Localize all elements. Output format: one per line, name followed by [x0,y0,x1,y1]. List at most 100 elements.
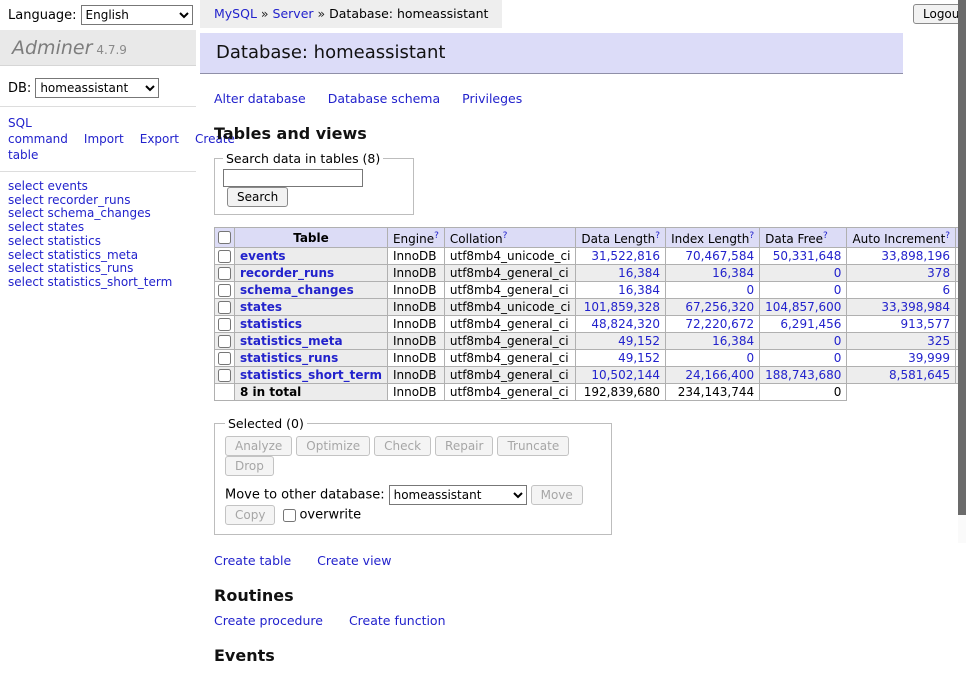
cell-number-link[interactable]: 325 [927,334,950,348]
search-button[interactable]: Search [227,187,288,207]
table-name-link[interactable]: recorder_runs [240,266,334,280]
bulk-action-button[interactable]: Repair [435,436,493,456]
sidebar-table-link[interactable]: select statistics_meta [8,248,138,262]
copy-button[interactable]: Copy [225,505,275,525]
bulk-action-button[interactable]: Drop [225,456,274,476]
database-action-link[interactable]: Database schema [328,91,440,106]
cell-number-link[interactable]: 67,256,320 [685,300,754,314]
cell-number-link[interactable]: 16,384 [712,266,754,280]
cell-number-link[interactable]: 10,502,144 [591,368,660,382]
table-row: statistics_short_termInnoDButf8mb4_gener… [215,367,966,384]
column-header: Engine? [387,228,444,248]
cell-number-link[interactable]: 70,467,584 [685,249,754,263]
cell-number-link[interactable]: 31,522,816 [591,249,660,263]
cell-engine: InnoDB [387,282,444,299]
cell-number-link[interactable]: 0 [746,283,754,297]
app-title: Adminer [12,37,92,59]
breadcrumb-link[interactable]: MySQL [214,6,257,21]
bulk-action-button[interactable]: Optimize [296,436,370,456]
app-header: Adminer 4.7.9 [0,30,196,66]
scrollbar[interactable] [958,0,966,543]
cell-number-link[interactable]: 24,166,400 [685,368,754,382]
cell-number-link[interactable]: 50,331,648 [773,249,842,263]
bulk-action-button[interactable]: Check [374,436,431,456]
cell-data-free: 0 [760,333,847,350]
cell-number-link[interactable]: 6,291,456 [780,317,841,331]
help-link[interactable]: ? [503,231,508,241]
cell-number-link[interactable]: 16,384 [618,283,660,297]
table-name-link[interactable]: statistics_meta [240,334,343,348]
cell-number-link[interactable]: 0 [834,351,842,365]
create-link[interactable]: Create view [317,553,391,568]
table-name-link[interactable]: states [240,300,282,314]
database-action-link[interactable]: Privileges [462,91,522,106]
cell-number-link[interactable]: 39,999 [908,351,950,365]
app-version: 4.7.9 [96,43,127,57]
cell-number-link[interactable]: 0 [834,266,842,280]
bulk-action-button[interactable]: Truncate [497,436,569,456]
row-checkbox[interactable] [218,369,231,382]
sidebar-action-link[interactable]: Export [140,132,179,146]
database-action-link[interactable]: Alter database [214,91,306,106]
cell-number-link[interactable]: 72,220,672 [685,317,754,331]
cell-number-link[interactable]: 6 [942,283,950,297]
row-checkbox[interactable] [218,267,231,280]
help-link[interactable]: ? [434,231,439,241]
cell-number-link[interactable]: 0 [746,351,754,365]
row-checkbox[interactable] [218,301,231,314]
row-checkbox[interactable] [218,335,231,348]
bulk-action-button[interactable]: Analyze [225,436,292,456]
sidebar-table-link[interactable]: select recorder_runs [8,193,131,207]
overwrite-checkbox[interactable] [283,509,296,522]
cell-number-link[interactable]: 188,743,680 [765,368,841,382]
sidebar-table-link[interactable]: select schema_changes [8,206,151,220]
routine-link[interactable]: Create procedure [214,613,323,628]
table-name-link[interactable]: statistics_short_term [240,368,382,382]
table-name-link[interactable]: schema_changes [240,283,354,297]
cell-number-link[interactable]: 49,152 [618,334,660,348]
db-select[interactable]: homeassistant [35,78,159,98]
row-checkbox[interactable] [218,250,231,263]
sidebar-action-link[interactable]: Import [84,132,124,146]
row-checkbox[interactable] [218,318,231,331]
language-select[interactable]: English [81,5,193,25]
cell-number-link[interactable]: 48,824,320 [591,317,660,331]
move-button[interactable]: Move [531,485,583,505]
sidebar-table-link[interactable]: select statistics_runs [8,261,133,275]
total-number: 0 [760,384,847,401]
breadcrumb-link[interactable]: Server [273,6,314,21]
cell-number-link[interactable]: 104,857,600 [765,300,841,314]
cell-number-link[interactable]: 16,384 [712,334,754,348]
sidebar-table-link[interactable]: select events [8,179,88,193]
row-checkbox[interactable] [218,284,231,297]
table-name-link[interactable]: statistics [240,317,302,331]
search-input[interactable] [223,169,363,187]
cell-number-link[interactable]: 378 [927,266,950,280]
sidebar-action-link[interactable]: SQL command [8,116,68,146]
sidebar-table-item: select statistics_short_term [8,276,196,290]
sidebar-table-link[interactable]: select statistics [8,234,101,248]
select-all-checkbox[interactable] [218,231,231,244]
cell-number-link[interactable]: 101,859,328 [584,300,660,314]
cell-number-link[interactable]: 8,581,645 [889,368,950,382]
help-link[interactable]: ? [823,231,828,241]
cell-number-link[interactable]: 49,152 [618,351,660,365]
cell-number-link[interactable]: 16,384 [618,266,660,280]
move-db-select[interactable]: homeassistant [389,485,527,505]
table-name-link[interactable]: statistics_runs [240,351,338,365]
create-link[interactable]: Create table [214,553,291,568]
sidebar-table-link[interactable]: select states [8,220,84,234]
table-name-link[interactable]: events [240,249,286,263]
scrollbar-thumb[interactable] [958,0,966,515]
help-link[interactable]: ? [655,231,660,241]
routine-link[interactable]: Create function [349,613,446,628]
cell-number-link[interactable]: 913,577 [900,317,950,331]
row-checkbox[interactable] [218,352,231,365]
sidebar-table-link[interactable]: select statistics_short_term [8,275,172,289]
help-link[interactable]: ? [749,231,754,241]
help-link[interactable]: ? [945,231,950,241]
cell-number-link[interactable]: 0 [834,334,842,348]
cell-number-link[interactable]: 0 [834,283,842,297]
cell-number-link[interactable]: 33,398,984 [881,300,950,314]
cell-number-link[interactable]: 33,898,196 [881,249,950,263]
